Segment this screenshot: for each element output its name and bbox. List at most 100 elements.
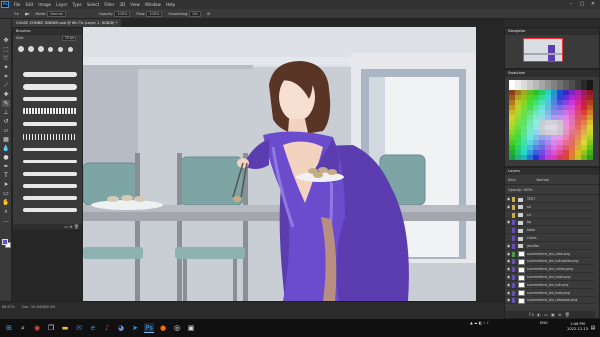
dodge-tool-icon[interactable]: ● bbox=[2, 154, 10, 161]
music-app-icon[interactable]: ♪ bbox=[102, 323, 112, 333]
lasso-tool-icon[interactable]: ➰ bbox=[2, 55, 10, 62]
menu-help[interactable]: Help bbox=[163, 2, 177, 7]
document-tab[interactable]: CHASE ZOMBIE DINNER.psd @ 66.7% (Layer 1… bbox=[12, 19, 122, 27]
visibility-eye-icon[interactable]: ◉ bbox=[507, 220, 511, 224]
brush-tip[interactable] bbox=[68, 47, 73, 52]
crop-tool-icon[interactable]: ⌗ bbox=[2, 73, 10, 80]
brush-stroke-preview[interactable] bbox=[23, 160, 77, 163]
delete-brush-icon[interactable]: 🗑 bbox=[74, 224, 79, 229]
layer-kind-filter[interactable]: Kind bbox=[508, 178, 515, 182]
windows-start-icon[interactable]: ⊞ bbox=[4, 323, 14, 333]
brush-stroke-preview[interactable] bbox=[23, 122, 77, 126]
smoothing-field[interactable]: 0% bbox=[189, 10, 201, 17]
brush-stroke-preview[interactable] bbox=[23, 172, 77, 176]
pen-tool-icon[interactable]: ✒ bbox=[2, 163, 10, 170]
discord-icon[interactable]: ◕ bbox=[116, 323, 126, 333]
zoom-tool-icon[interactable]: ⌕ bbox=[2, 208, 10, 215]
brush-size-field[interactable]: 15 px bbox=[62, 36, 76, 41]
file-explorer-icon[interactable]: ▬ bbox=[60, 323, 70, 333]
photoshop-taskbar-icon[interactable]: Ps bbox=[144, 323, 154, 333]
telegram-icon[interactable]: ➤ bbox=[130, 323, 140, 333]
layer-row[interactable]: table bbox=[505, 227, 595, 235]
layer-row[interactable]: ◉ summertime_jen_body.png bbox=[505, 290, 595, 297]
visibility-eye-icon[interactable] bbox=[507, 236, 511, 240]
eyedropper-tool-icon[interactable]: ⟋ bbox=[2, 82, 10, 89]
chrome-icon[interactable]: ◉ bbox=[32, 323, 42, 333]
obs-icon[interactable]: ◎ bbox=[172, 323, 182, 333]
layer-row[interactable]: ◉ summertime_jen_hair.png bbox=[505, 282, 595, 289]
brush-stroke-preview[interactable] bbox=[23, 108, 77, 114]
history-brush-tool-icon[interactable]: ↺ bbox=[2, 118, 10, 125]
task-view-icon[interactable]: ❐ bbox=[46, 323, 56, 333]
layer-row[interactable]: ◉ summertime_jen_robe.png bbox=[505, 251, 595, 258]
menu-type[interactable]: Type bbox=[70, 2, 84, 7]
brush-stroke-preview[interactable] bbox=[23, 84, 77, 90]
brush-stroke-preview[interactable] bbox=[23, 184, 77, 188]
visibility-eye-icon[interactable]: ◉ bbox=[507, 267, 511, 271]
layer-opacity-field[interactable]: Opacity: 100% bbox=[508, 188, 533, 192]
clock[interactable]: 2:46 PM 2022-12-13 bbox=[567, 322, 588, 332]
opacity-control[interactable]: Opacity: 100% bbox=[69, 10, 133, 17]
opacity-field[interactable]: 100% bbox=[114, 10, 131, 17]
flow-field[interactable]: 100% bbox=[146, 10, 163, 17]
shape-tool-icon[interactable]: ▭ bbox=[2, 190, 10, 197]
layer-row[interactable]: ◉ summertime_jen_head.png bbox=[505, 274, 595, 281]
brush-tool-preset-icon[interactable]: ✎▾ bbox=[0, 12, 22, 16]
menu-file[interactable]: File bbox=[11, 2, 23, 7]
swatch-grid[interactable] bbox=[509, 80, 593, 160]
brush-tip[interactable] bbox=[58, 47, 63, 52]
layer-row[interactable]: ◉ jennifer bbox=[505, 243, 595, 250]
menu-select[interactable]: Select bbox=[84, 2, 102, 7]
brush-stroke-preview[interactable] bbox=[23, 196, 77, 200]
path-selection-tool-icon[interactable]: ➤ bbox=[2, 181, 10, 188]
layer-row[interactable]: ◉ sd bbox=[505, 204, 595, 211]
layer-row[interactable]: ◉ summertime_jen_hairplates.png bbox=[505, 258, 595, 266]
menu-3d[interactable]: 3D bbox=[117, 2, 128, 7]
maximize-button[interactable]: ▢ bbox=[577, 0, 587, 9]
visibility-eye-icon[interactable]: ◉ bbox=[507, 197, 511, 201]
notifications-icon[interactable]: ▤ bbox=[588, 323, 598, 333]
menu-filter[interactable]: Filter bbox=[102, 2, 117, 7]
system-tray-icons[interactable]: ▲ ☁ ◧ ⌁ ♪ bbox=[470, 321, 489, 325]
visibility-eye-icon[interactable]: ◉ bbox=[507, 283, 511, 287]
brush-stroke-preview[interactable] bbox=[23, 97, 77, 101]
layer-row[interactable]: ◉ TEXT bbox=[505, 196, 595, 203]
settings-gear-icon[interactable]: ⚙ bbox=[204, 12, 213, 16]
healing-tool-icon[interactable]: ✚ bbox=[2, 91, 10, 98]
foreground-color-swatch[interactable] bbox=[2, 239, 8, 245]
visibility-eye-icon[interactable]: ◉ bbox=[507, 252, 511, 256]
app-icon[interactable]: ▣ bbox=[186, 323, 196, 333]
search-icon[interactable]: ⌕ bbox=[18, 323, 28, 333]
visibility-eye-icon[interactable]: ◉ bbox=[507, 205, 511, 209]
brush-stroke-preview[interactable] bbox=[23, 72, 77, 77]
menu-image[interactable]: Image bbox=[36, 2, 54, 7]
minimize-button[interactable]: – bbox=[566, 0, 576, 9]
new-brush-icon[interactable]: ⊕ bbox=[69, 224, 72, 229]
smoothing-control[interactable]: Smoothing: 0% bbox=[165, 10, 204, 17]
brush-tip[interactable] bbox=[28, 46, 34, 52]
layer-row[interactable]: ◉ summertime_jen_cutlery.png bbox=[505, 266, 595, 274]
language-indicator[interactable]: ENG bbox=[540, 321, 548, 325]
visibility-eye-icon[interactable]: ◉ bbox=[507, 298, 511, 302]
move-tool-icon[interactable]: ✥ bbox=[2, 37, 10, 44]
gradient-tool-icon[interactable]: ▦ bbox=[2, 136, 10, 143]
visibility-eye-icon[interactable] bbox=[507, 228, 511, 232]
brush-stroke-preview[interactable] bbox=[23, 208, 77, 212]
visibility-eye-icon[interactable] bbox=[507, 213, 511, 217]
more-tools-icon[interactable]: … bbox=[2, 217, 10, 224]
zoom-level[interactable]: 66.67% bbox=[2, 305, 15, 309]
firefox-icon[interactable]: ● bbox=[158, 323, 168, 333]
brush-stroke-preview[interactable] bbox=[23, 134, 77, 140]
layer-row[interactable]: ◉ summertime_jen_robeback.png bbox=[505, 297, 595, 305]
stamp-tool-icon[interactable]: ⊥ bbox=[2, 109, 10, 116]
visibility-eye-icon[interactable]: ◉ bbox=[507, 259, 511, 263]
layer-row[interactable]: chairs bbox=[505, 235, 595, 242]
brush-picker-icon[interactable]: ●▾ bbox=[22, 12, 33, 16]
eraser-tool-icon[interactable]: ▱ bbox=[2, 127, 10, 134]
menu-view[interactable]: View bbox=[128, 2, 143, 7]
new-brush-group-icon[interactable]: ▭ bbox=[64, 224, 68, 229]
navigator-preview[interactable] bbox=[523, 38, 563, 62]
brush-tip[interactable] bbox=[18, 46, 24, 52]
mode-select[interactable]: Normal bbox=[47, 10, 66, 17]
blur-tool-icon[interactable]: 💧 bbox=[2, 145, 10, 152]
